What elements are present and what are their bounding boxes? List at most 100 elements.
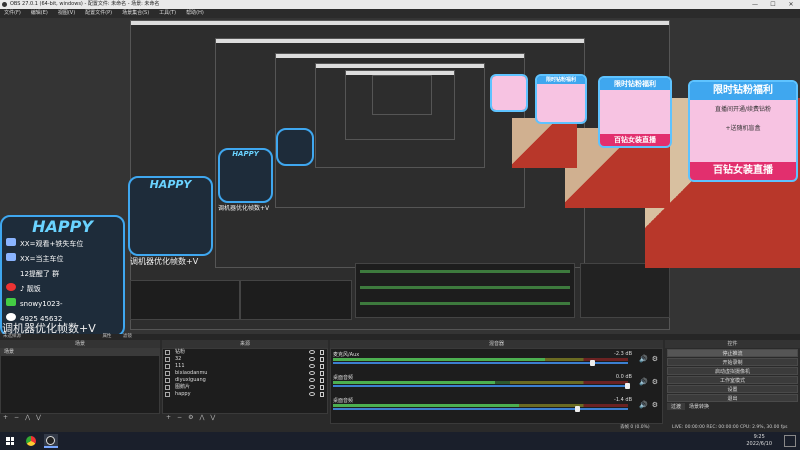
channel-name: 麦克风/Aux [333,352,360,358]
lock-icon[interactable] [320,385,324,390]
happy-overlay-tiny [276,128,314,166]
lock-icon[interactable] [320,392,324,397]
volume-knob[interactable] [625,383,630,389]
menu-view[interactable]: 视图(V) [58,9,75,18]
promo-header: 限时钻粉福利 [690,82,796,100]
monitor-icon [6,253,16,261]
lock-icon[interactable] [320,364,324,369]
promo-line1: 直播间开通/续费钻粉 [714,106,772,113]
menu-file[interactable]: 文件(F) [4,9,21,18]
source-properties-gear-icon[interactable]: ⚙ [188,414,193,421]
promo-line2: +送随机盲盒 [725,125,761,132]
menu-edit[interactable]: 编辑(E) [31,9,48,18]
window-titlebar: OBS 27.0.1 (64-bit, windows) - 配置文件: 未命名… [0,0,800,9]
move-down-button[interactable]: ⋁ [210,414,215,421]
source-item[interactable]: bixiaodanmu [163,370,327,377]
promo-card-tiny [490,74,528,112]
filters-button[interactable]: 滤镜 [123,334,132,339]
mixer-channel: 桌面音频 -1.4 dB 🔊 ⚙ [331,397,662,412]
source-item[interactable]: 32 [163,356,327,363]
no-source-label: 未选择源 [3,334,21,339]
tab-scene-transitions[interactable]: 场景转换 [685,403,713,410]
source-item[interactable]: happy [163,391,327,398]
add-source-button[interactable]: + [166,414,171,421]
visibility-eye-icon[interactable] [309,350,315,354]
close-button[interactable]: ✕ [782,0,800,9]
lock-icon[interactable] [320,357,324,362]
virtual-camera-button[interactable]: 启动虚拟摄像机 [667,367,798,375]
mixer-channel: 桌面音频 0.0 dB 🔊 ⚙ [331,374,662,389]
scenes-list[interactable]: 场景 [0,348,160,414]
minimize-button[interactable]: — [746,0,764,9]
happy-row: XX=观看+铁失车位 [2,237,123,252]
text-source-icon [165,364,170,369]
move-down-button[interactable]: ⋁ [36,414,41,421]
obs-taskbar-item[interactable] [44,434,58,448]
remove-source-button[interactable]: − [177,414,182,421]
visibility-eye-icon[interactable] [309,385,315,389]
tab-transitions[interactable]: 过渡 [667,403,686,410]
exit-button[interactable]: 退出 [667,394,798,402]
visibility-eye-icon[interactable] [309,371,315,375]
move-up-button[interactable]: ⋀ [25,414,30,421]
menu-tools[interactable]: 工具(T) [159,9,176,18]
happy-title-2: HAPPY [149,178,192,191]
scene-item[interactable]: 场景 [1,349,159,356]
gear-icon[interactable]: ⚙ [652,378,658,386]
menu-help[interactable]: 帮助(H) [186,9,204,18]
studio-mode-button[interactable]: 工作室模式 [667,376,798,384]
chrome-icon[interactable] [26,436,36,446]
source-item[interactable]: diyuxiguang [163,377,327,384]
obs-logo-icon [2,2,7,7]
move-up-button[interactable]: ⋀ [199,414,204,421]
speaker-icon[interactable]: 🔊 [639,378,648,386]
remove-scene-button[interactable]: − [14,414,19,421]
add-scene-button[interactable]: + [3,414,8,421]
promo-card-medium: 限时钻粉福利 百钻女装直播 [598,76,672,148]
happy-row: ♪ 靓饭 [2,282,123,297]
visibility-eye-icon[interactable] [309,392,315,396]
happy-overlay-large: HAPPY XX=观看+铁失车位 XX=当主车位 12提醒了 群 ♪ 靓饭 sn… [0,215,125,337]
level-meter [333,404,628,407]
lock-icon[interactable] [320,371,324,376]
settings-button[interactable]: 设置 [667,385,798,393]
source-item[interactable]: 111 [163,363,327,370]
volume-slider[interactable] [333,406,628,412]
speaker-icon[interactable]: 🔊 [639,355,648,363]
caption-text-3: 调机器优化帧数+V [218,205,270,212]
sources-list[interactable]: 钻粉 32 111 bixiaodanmu diyuxiguang 图鹅片 ha… [162,348,328,414]
status-text: LIVE: 00:00:00 REC: 00:00:00 CPU: 2.9%, … [672,425,788,430]
system-clock[interactable]: 9:25 2022/6/10 [746,434,772,448]
monitor-icon [6,238,16,246]
volume-knob[interactable] [574,406,580,412]
nested-preview-6 [372,75,432,115]
source-item[interactable]: 图鹅片 [163,384,327,391]
volume-slider[interactable] [333,383,630,389]
nested-controls [580,263,670,318]
speaker-icon[interactable]: 🔊 [639,401,648,409]
menu-scene-collection[interactable]: 场景集合(S) [122,9,149,18]
gear-icon[interactable]: ⚙ [652,355,658,363]
nested-scenes [130,280,240,320]
properties-button[interactable]: 属性 [102,334,111,339]
stop-streaming-button[interactable]: 停止推流 [667,349,798,357]
lock-icon[interactable] [320,350,324,355]
menu-profile[interactable]: 配置文件(P) [85,9,112,18]
volume-knob[interactable] [589,360,595,366]
wechat-icon [6,298,16,306]
volume-slider[interactable] [333,360,628,366]
notification-icon[interactable] [784,435,796,447]
windows-start-icon[interactable] [6,437,14,445]
drop-frames: 丢帧 0 (0.0%) [620,425,650,430]
source-item[interactable]: 钻粉 [163,349,327,356]
visibility-eye-icon[interactable] [309,364,315,368]
start-recording-button[interactable]: 开始录制 [667,358,798,366]
nested-sources [240,280,352,320]
lock-icon[interactable] [320,378,324,383]
visibility-eye-icon[interactable] [309,378,315,382]
visibility-eye-icon[interactable] [309,357,315,361]
gear-icon[interactable]: ⚙ [652,401,658,409]
preview-canvas[interactable]: 限时钻粉福利 直播间开通/续费钻粉 +送随机盲盒 百钻女装直播 限时钻粉福利 百… [0,18,800,340]
image-source-icon [165,350,170,355]
maximize-button[interactable]: ☐ [764,0,782,9]
